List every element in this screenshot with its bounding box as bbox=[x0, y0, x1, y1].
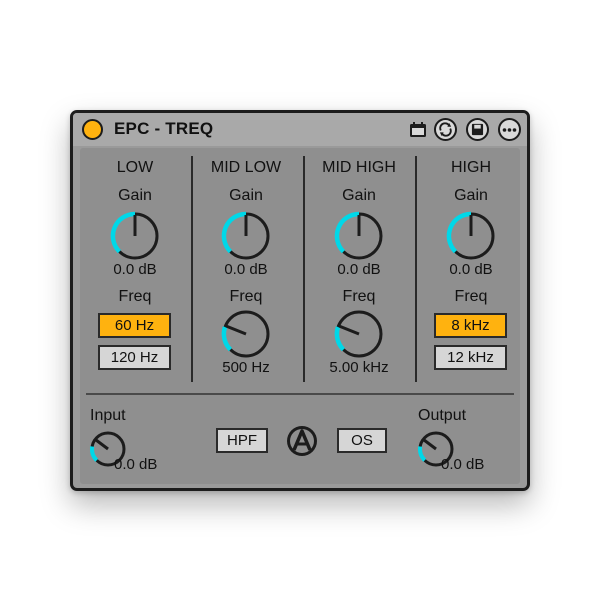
device-power-toggle[interactable] bbox=[82, 119, 103, 140]
freq-label: Freq bbox=[118, 288, 152, 305]
freq-option-120hz[interactable]: 120 Hz bbox=[98, 345, 171, 370]
more-icon[interactable] bbox=[498, 118, 521, 141]
hpf-button[interactable]: HPF bbox=[216, 428, 268, 453]
freq-option-60hz[interactable]: 60 Hz bbox=[98, 313, 171, 338]
band-low: LOW Gain 0.0 dB Freq 60 Hz 120 Hz bbox=[80, 148, 190, 386]
freq-label: Freq bbox=[342, 288, 376, 305]
output-value: 0.0 dB bbox=[441, 456, 485, 473]
freq-value: 500 Hz bbox=[222, 359, 270, 376]
band-name: HIGH bbox=[451, 159, 491, 176]
brand-logo-icon bbox=[287, 426, 317, 456]
band-mid-low: MID LOW Gain 0.0 dB Freq 500 Hz bbox=[191, 148, 301, 386]
gain-knob[interactable] bbox=[107, 208, 163, 264]
section-divider bbox=[86, 393, 514, 395]
device-panel: LOW Gain 0.0 dB Freq 60 Hz 120 Hz MID LO… bbox=[80, 148, 520, 484]
freq-label: Freq bbox=[454, 288, 488, 305]
os-button[interactable]: OS bbox=[337, 428, 387, 453]
gain-label: Gain bbox=[454, 187, 488, 204]
title-bar: EPC - TREQ bbox=[73, 113, 527, 146]
freq-label: Freq bbox=[229, 288, 263, 305]
device-window: EPC - TREQ LOW Gain 0.0 dB Freq 60 Hz 12… bbox=[70, 110, 530, 491]
gain-value: 0.0 dB bbox=[449, 261, 493, 278]
gain-value: 0.0 dB bbox=[113, 261, 157, 278]
gain-knob[interactable] bbox=[218, 208, 274, 264]
freq-option-8khz[interactable]: 8 kHz bbox=[434, 313, 507, 338]
output-label: Output bbox=[418, 407, 467, 424]
sync-icon[interactable] bbox=[434, 118, 457, 141]
gain-value: 0.0 dB bbox=[337, 261, 381, 278]
freq-value: 5.00 kHz bbox=[329, 359, 389, 376]
device-title: EPC - TREQ bbox=[114, 119, 214, 138]
input-label: Input bbox=[90, 407, 126, 424]
gain-label: Gain bbox=[342, 187, 376, 204]
gain-label: Gain bbox=[118, 187, 152, 204]
gain-knob[interactable] bbox=[443, 208, 499, 264]
freq-knob[interactable] bbox=[331, 306, 387, 362]
freq-knob[interactable] bbox=[218, 306, 274, 362]
input-value: 0.0 dB bbox=[114, 456, 158, 473]
save-icon[interactable] bbox=[466, 118, 489, 141]
gain-value: 0.0 dB bbox=[224, 261, 268, 278]
band-name: MID LOW bbox=[210, 159, 282, 176]
gain-knob[interactable] bbox=[331, 208, 387, 264]
band-mid-high: MID HIGH Gain 0.0 dB Freq 5.00 kHz bbox=[304, 148, 414, 386]
band-high: HIGH Gain 0.0 dB Freq 8 kHz 12 kHz bbox=[416, 148, 526, 386]
gain-label: Gain bbox=[229, 187, 263, 204]
calendar-icon[interactable] bbox=[408, 120, 428, 140]
freq-option-12khz[interactable]: 12 kHz bbox=[434, 345, 507, 370]
band-name: LOW bbox=[116, 159, 154, 176]
band-name: MID HIGH bbox=[322, 159, 396, 176]
